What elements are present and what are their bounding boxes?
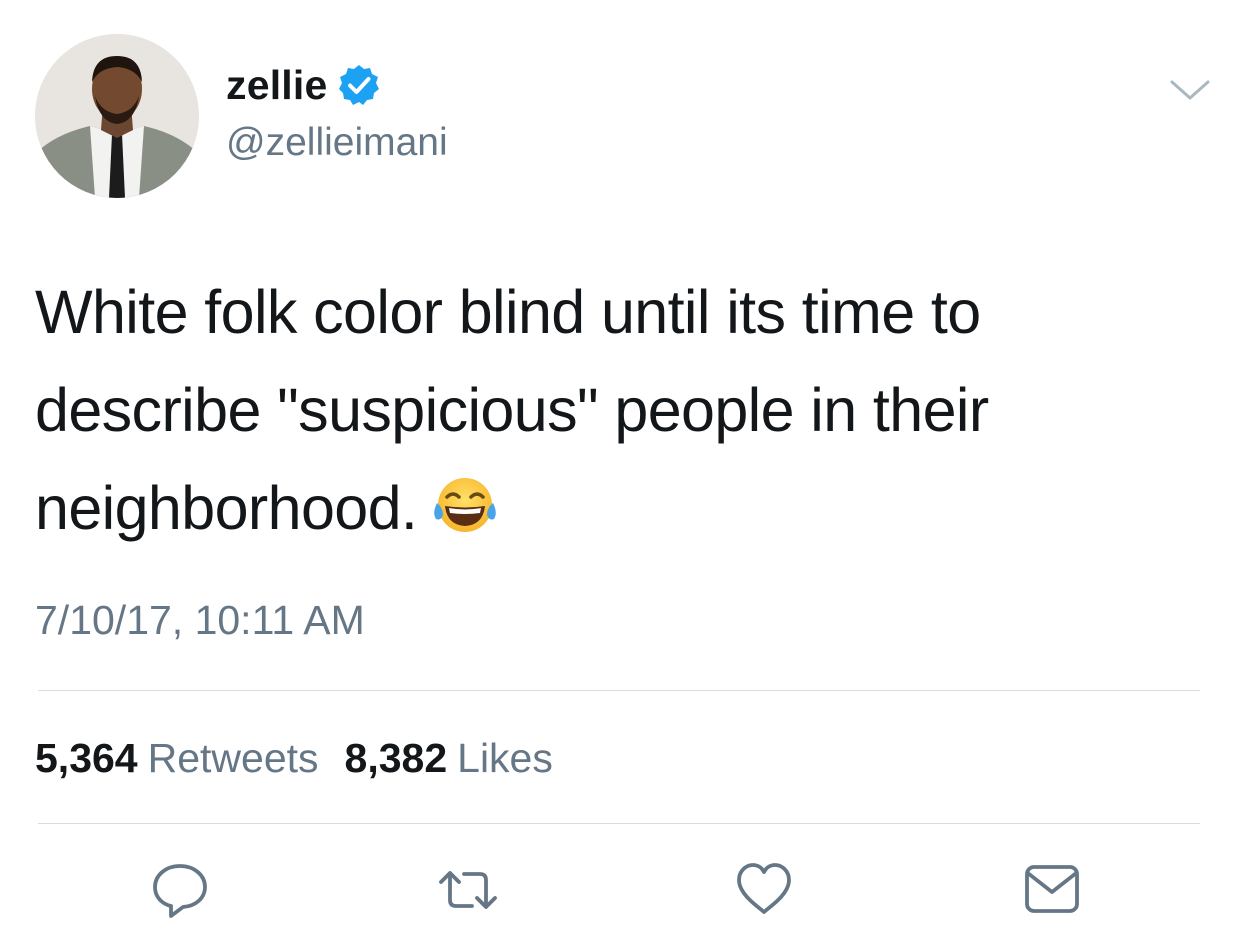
retweet-icon — [439, 871, 497, 909]
heart-icon — [737, 863, 791, 914]
likes-label: Likes — [457, 735, 553, 781]
envelope-icon — [1025, 865, 1079, 913]
avatar[interactable] — [35, 34, 199, 198]
tweet-text: White folk color blind until its time to… — [35, 263, 1205, 557]
retweets-count: 5,364 — [35, 735, 138, 781]
likes-count: 8,382 — [344, 735, 448, 781]
likes-stat[interactable]: 8,382 Likes — [345, 733, 553, 783]
divider — [38, 690, 1200, 691]
retweet-button[interactable] — [438, 860, 498, 920]
retweets-stat[interactable]: 5,364 Retweets — [35, 733, 319, 783]
reply-button[interactable] — [150, 860, 210, 920]
divider — [38, 823, 1200, 824]
direct-message-button[interactable] — [1022, 860, 1082, 920]
tweet-detail: zellie @zellieimani White folk color bli… — [0, 0, 1245, 944]
tweet-timestamp[interactable]: 7/10/17, 10:11 AM — [35, 595, 365, 645]
retweets-label: Retweets — [147, 735, 319, 781]
profile-photo-icon — [35, 34, 199, 198]
reply-icon — [153, 864, 207, 918]
user-handle[interactable]: @zellieimani — [226, 119, 448, 167]
tweet-text-content: White folk color blind until its time to… — [35, 278, 989, 542]
verified-badge-icon — [337, 63, 381, 107]
chevron-down-icon[interactable] — [1168, 76, 1212, 106]
like-button[interactable] — [734, 860, 794, 920]
tweet-stats: 5,364 Retweets 8,382 Likes — [35, 733, 553, 783]
user-name-row[interactable]: zellie — [226, 60, 381, 110]
display-name: zellie — [226, 62, 328, 108]
face-with-tears-of-joy-icon — [431, 471, 499, 539]
